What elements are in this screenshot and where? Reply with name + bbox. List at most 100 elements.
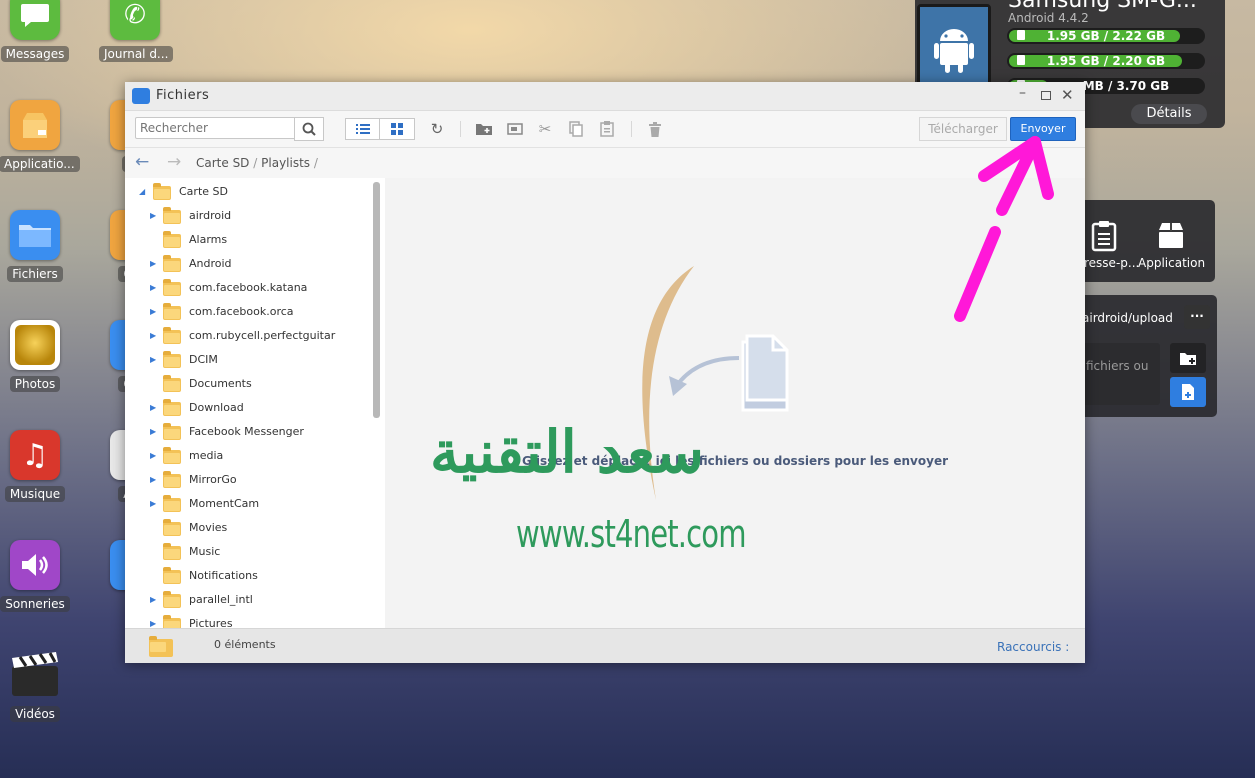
breadcrumb-item-sdcard[interactable]: Carte SD	[196, 156, 249, 170]
storage-text: 1.95 GB / 2.22 GB	[1046, 29, 1166, 43]
folder-icon	[132, 88, 150, 104]
upload-folder-button[interactable]	[1170, 343, 1206, 373]
expand-arrow-icon[interactable]: ▶	[150, 420, 156, 444]
folder-icon	[163, 519, 181, 536]
tree-item[interactable]: Movies	[125, 516, 370, 540]
folder-icon	[163, 399, 181, 416]
tree-item[interactable]: ▶ Download	[125, 396, 370, 420]
desktop-icon-messages[interactable]: Messages	[0, 0, 71, 65]
tree-root[interactable]: ◢ Carte SD	[125, 180, 370, 204]
desktop-icon-music-note[interactable]: ♫ Musique	[0, 430, 71, 505]
expand-arrow-icon[interactable]: ▶	[150, 204, 156, 228]
expand-arrow-icon[interactable]: ▶	[150, 396, 156, 420]
maximize-icon[interactable]	[1041, 91, 1051, 100]
tree-item[interactable]: ▶ parallel_intl	[125, 588, 370, 612]
breadcrumb-item-playlists[interactable]: Playlists	[261, 156, 310, 170]
copy-icon[interactable]	[566, 118, 586, 140]
tree-item[interactable]: Music	[125, 540, 370, 564]
tree-item[interactable]: ▶ com.rubycell.perfectguitar	[125, 324, 370, 348]
tree-scrollbar[interactable]	[373, 182, 380, 418]
tree-item[interactable]: Documents	[125, 372, 370, 396]
forward-arrow-icon[interactable]: →	[167, 152, 181, 172]
folder-icon	[163, 327, 181, 344]
shortcuts-link[interactable]: Raccourcis :	[997, 640, 1069, 654]
desktop-icon-speaker[interactable]: Sonneries	[0, 540, 71, 615]
tree-item-label: airdroid	[189, 209, 232, 222]
tree-item[interactable]: ▶ media	[125, 444, 370, 468]
tree-item[interactable]: ▶ MirrorGo	[125, 468, 370, 492]
tree-item-label: Movies	[189, 521, 228, 534]
tree-item-label: parallel_intl	[189, 593, 253, 606]
tool-label-clipboard[interactable]: resse-p...	[1084, 256, 1139, 270]
clipboard-icon[interactable]	[1090, 220, 1118, 255]
rename-icon[interactable]	[505, 118, 525, 140]
trash-icon[interactable]	[645, 118, 665, 140]
search-icon	[302, 122, 316, 136]
tree-item-label: Android	[189, 257, 232, 270]
folder-icon	[163, 303, 181, 320]
details-button[interactable]: Détails	[1131, 104, 1207, 124]
expand-arrow-icon[interactable]: ▶	[150, 300, 156, 324]
folder-icon	[163, 615, 181, 628]
tree-item[interactable]: ▶ com.facebook.katana	[125, 276, 370, 300]
phone-icon: ✆	[110, 0, 160, 40]
cut-icon[interactable]: ✂	[535, 118, 555, 140]
folder-tree: ◢ Carte SD ▶ airdroid Alarms ▶ Android ▶ com.f…	[125, 178, 385, 628]
desktop-icon-label: Journal d...	[99, 46, 174, 62]
tree-item[interactable]: ▶ DCIM	[125, 348, 370, 372]
window-titlebar[interactable]: Fichiers – ✕	[125, 82, 1085, 111]
minimize-icon[interactable]: –	[1019, 85, 1026, 101]
box-icon[interactable]	[1156, 220, 1186, 253]
desktop-icon-apk-box[interactable]: Applicatio...	[0, 100, 80, 175]
refresh-icon[interactable]: ↻	[427, 118, 447, 140]
desktop-icon-folder[interactable]: Fichiers	[0, 210, 71, 285]
back-arrow-icon[interactable]: ←	[135, 152, 149, 172]
expand-arrow-icon[interactable]: ▶	[150, 252, 156, 276]
tree-item[interactable]: ▶ airdroid	[125, 204, 370, 228]
expand-arrow-icon[interactable]: ▶	[150, 444, 156, 468]
desktop-icon-photos[interactable]: Photos	[0, 320, 71, 395]
file-plus-icon	[1182, 384, 1194, 400]
apk-box-icon	[10, 100, 60, 150]
grid-view-button[interactable]	[379, 118, 415, 140]
tree-item[interactable]: ▶ com.facebook.orca	[125, 300, 370, 324]
search-button[interactable]	[294, 117, 324, 141]
tool-label-application[interactable]: Application	[1138, 256, 1205, 270]
tree-item[interactable]: Alarms	[125, 228, 370, 252]
expand-arrow-icon[interactable]: ▶	[150, 468, 156, 492]
tree-item[interactable]: ▶ Facebook Messenger	[125, 420, 370, 444]
expand-arrow-icon[interactable]: ▶	[150, 276, 156, 300]
folder-icon	[163, 351, 181, 368]
folder-icon	[163, 471, 181, 488]
desktop-icon-phone[interactable]: ✆ Journal d...	[99, 0, 174, 65]
storage-bar-system: 1.95 GB / 2.20 GB	[1007, 53, 1205, 69]
expand-arrow-icon[interactable]: ▶	[150, 348, 156, 372]
tree-item[interactable]: ▶ Pictures	[125, 612, 370, 628]
collapse-icon[interactable]: ◢	[139, 180, 145, 204]
desktop-icon-label: Sonneries	[0, 596, 70, 612]
desktop-icon-label: Messages	[0, 46, 70, 62]
tree-item[interactable]: ▶ Android	[125, 252, 370, 276]
phone-os-version: Android 4.4.2	[1008, 11, 1089, 25]
upload-path: airdroid/upload	[1082, 311, 1173, 325]
close-icon[interactable]: ✕	[1061, 86, 1074, 104]
folder-icon	[153, 183, 171, 200]
list-view-button[interactable]	[345, 118, 381, 140]
storage-bar-internal: 1.95 GB / 2.22 GB	[1007, 28, 1205, 44]
expand-arrow-icon[interactable]: ▶	[150, 324, 156, 348]
toolbar-divider	[631, 121, 632, 137]
upload-file-button[interactable]	[1170, 377, 1206, 407]
expand-arrow-icon[interactable]: ▶	[150, 492, 156, 516]
expand-arrow-icon[interactable]: ▶	[150, 588, 156, 612]
tree-item[interactable]: Notifications	[125, 564, 370, 588]
breadcrumb-separator: /	[313, 156, 318, 170]
storage-text: 1.95 GB / 2.20 GB	[1046, 54, 1166, 68]
paste-icon[interactable]	[597, 118, 617, 140]
more-options-button[interactable]: ···	[1184, 305, 1210, 329]
search-input[interactable]	[135, 117, 295, 139]
tree-item-label: Documents	[189, 377, 252, 390]
tree-item[interactable]: ▶ MomentCam	[125, 492, 370, 516]
expand-arrow-icon[interactable]: ▶	[150, 612, 156, 628]
new-folder-icon[interactable]	[474, 118, 494, 140]
desktop-icon-clapperboard[interactable]: Vidéos	[0, 650, 71, 725]
